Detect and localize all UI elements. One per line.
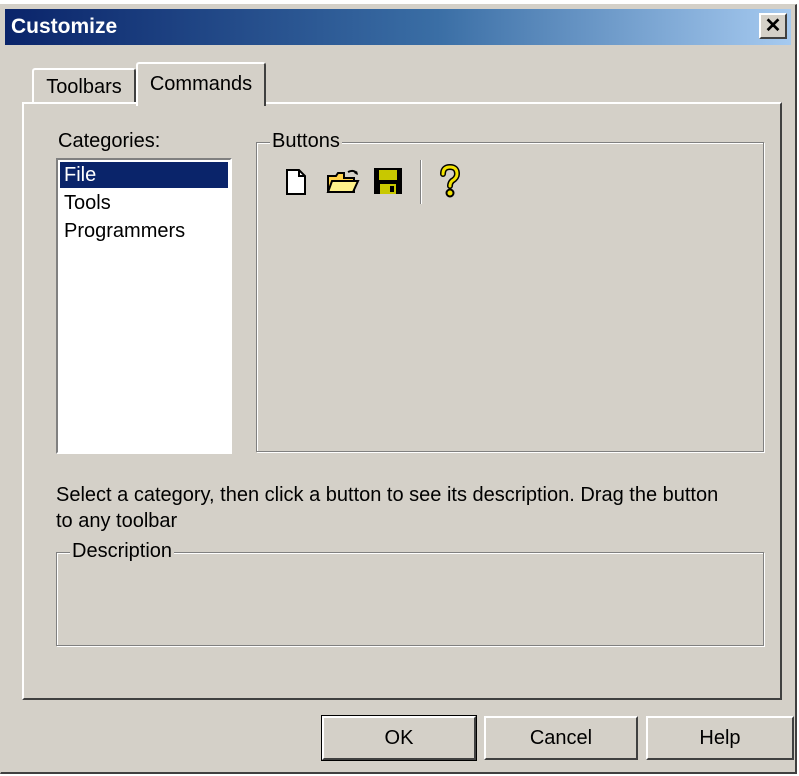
categories-label: Categories: (58, 130, 161, 152)
ok-button[interactable]: OK (321, 715, 477, 761)
title-bar[interactable]: Customize ✕ (5, 9, 791, 45)
help-icon[interactable] (438, 164, 462, 198)
tab-toolbars[interactable]: Toolbars (32, 68, 136, 104)
close-icon: ✕ (764, 15, 782, 37)
open-folder-icon[interactable] (326, 168, 360, 196)
help-button[interactable]: Help (646, 716, 794, 760)
buttons-group-label: Buttons (270, 130, 342, 153)
help-button-label: Help (699, 727, 741, 749)
list-item-programmers[interactable]: Programmers (60, 218, 228, 244)
new-document-icon[interactable] (284, 168, 308, 196)
list-item-file[interactable]: File (60, 162, 228, 188)
tab-label: Commands (149, 73, 253, 95)
save-icon[interactable] (372, 166, 404, 196)
tab-commands[interactable]: Commands (136, 62, 266, 106)
description-group-label: Description (70, 540, 175, 563)
instructions-line-2: to any toolbar (56, 510, 178, 532)
tab-label: Toolbars (46, 76, 122, 98)
cancel-button[interactable]: Cancel (484, 716, 638, 760)
ok-button-label: OK (384, 727, 414, 749)
cancel-button-label: Cancel (529, 727, 593, 749)
list-item-tools[interactable]: Tools (60, 190, 228, 216)
description-groupbox (56, 552, 764, 646)
instructions-line-1: Select a category, then click a button t… (56, 484, 719, 506)
toolbar-separator (420, 160, 422, 204)
close-button[interactable]: ✕ (759, 13, 787, 39)
window-title: Customize (11, 15, 118, 38)
categories-listbox[interactable]: File Tools Programmers (56, 158, 232, 454)
